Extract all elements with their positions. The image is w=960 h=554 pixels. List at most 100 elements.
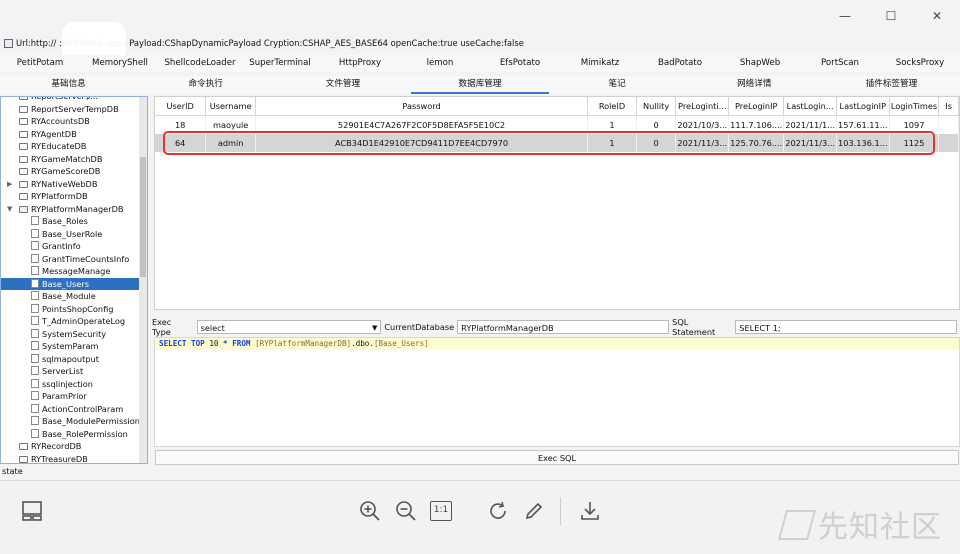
tree-table-item[interactable]: Base_Users: [1, 277, 147, 290]
sql-statement-field[interactable]: SELECT 1;: [735, 320, 957, 334]
plugin-tab[interactable]: ShapWeb: [720, 55, 800, 72]
tree-database-item[interactable]: RYTreasureDB: [1, 453, 147, 463]
database-icon: [19, 105, 28, 113]
column-header[interactable]: Password: [255, 97, 589, 116]
plugin-tab[interactable]: HttpProxy: [320, 55, 400, 72]
tree-table-item[interactable]: Base_Module: [1, 290, 147, 303]
watermark-logo-icon: [777, 510, 817, 540]
tree-database-item[interactable]: ▼ RYPlatformManagerDB: [1, 203, 147, 216]
actual-size-icon[interactable]: 1:1: [430, 501, 452, 521]
tree-table-item[interactable]: SystemSecurity: [1, 328, 147, 341]
tree-database-item[interactable]: RYRecordDB: [1, 440, 147, 453]
tree-table-item[interactable]: T_AdminOperateLog: [1, 315, 147, 328]
plugin-tab[interactable]: Mimikatz: [560, 55, 640, 72]
sql-editor-line[interactable]: SELECT TOP 10 * FROM [RYPlatformManagerD…: [155, 338, 959, 350]
results-grid: UserID Username Password RoleID Nullity PreLo…: [154, 96, 960, 310]
tree-database-item[interactable]: RYGameMatchDB: [1, 153, 147, 166]
main-tab[interactable]: 插件标签管理: [823, 76, 960, 94]
tree-table-item[interactable]: PointsShopConfig: [1, 303, 147, 316]
tree-item-label: RYGameScoreDB: [31, 166, 101, 176]
tree-table-item[interactable]: sqlmapoutput: [1, 353, 147, 366]
plugin-tab[interactable]: MemoryShell: [80, 55, 160, 72]
tree-scrollbar[interactable]: [139, 97, 147, 463]
main-tab[interactable]: 数据库管理: [411, 76, 549, 94]
collapse-arrow-icon[interactable]: ▼: [7, 203, 12, 216]
tree-table-item[interactable]: Base_Roles: [1, 215, 147, 228]
plugin-tab[interactable]: SuperTerminal: [240, 55, 320, 72]
column-header[interactable]: Is: [938, 97, 959, 116]
main-tab[interactable]: 笔记: [549, 76, 686, 94]
table-cell[interactable]: [938, 115, 959, 134]
tree-database-item[interactable]: RYGameScoreDB: [1, 165, 147, 178]
tree-table-item[interactable]: Base_RolePermission: [1, 428, 147, 441]
column-header[interactable]: PreLoginti...: [675, 97, 730, 116]
plugin-tab[interactable]: BadPotato: [640, 55, 720, 72]
plugin-tab[interactable]: PetitPotam: [0, 55, 80, 72]
column-header[interactable]: PreLoginIP: [728, 97, 785, 116]
expand-arrow-icon[interactable]: ▶: [7, 178, 12, 191]
column-header[interactable]: RoleID: [587, 97, 637, 116]
tree-table-item[interactable]: MessageManage: [1, 265, 147, 278]
database-icon: [19, 130, 28, 138]
plugin-tab[interactable]: lemon: [400, 55, 480, 72]
highlight-annotation-box: [163, 131, 935, 155]
column-header[interactable]: Username: [205, 97, 256, 116]
plugin-tab[interactable]: PortScan: [800, 55, 880, 72]
table-icon: [31, 366, 39, 375]
main-tab[interactable]: 文件管理: [274, 76, 411, 94]
tree-item-label: Base_UserRole: [42, 228, 103, 239]
layout-icon[interactable]: [20, 499, 44, 523]
column-header[interactable]: UserID: [155, 97, 207, 116]
table-cell[interactable]: [938, 134, 959, 152]
tree-item-label: ServerList: [42, 366, 84, 376]
tree-database-item[interactable]: RYPlatformDB: [1, 190, 147, 203]
tree-table-item[interactable]: ServerList: [1, 365, 147, 378]
rotate-icon[interactable]: [486, 499, 510, 523]
table-icon: [31, 341, 39, 350]
tree-table-item[interactable]: ActionControlParam: [1, 403, 147, 416]
tree-database-item[interactable]: ReportServerTempDB: [1, 103, 147, 116]
main-tab[interactable]: 基础信息: [0, 76, 137, 94]
column-header[interactable]: LastLogin...: [783, 97, 838, 116]
app-icon: [4, 38, 13, 48]
tree-database-item[interactable]: RYAccountsDB: [1, 115, 147, 128]
actual-size-label: 1:1: [433, 505, 449, 515]
column-header[interactable]: LastLoginIP: [836, 97, 890, 116]
tree-table-item[interactable]: GrantTimeCountsInfo: [1, 253, 147, 266]
minimize-icon[interactable]: —: [822, 0, 868, 32]
tree-table-item[interactable]: SystemParam: [1, 340, 147, 353]
plugin-tab[interactable]: EfsPotato: [480, 55, 560, 72]
maximize-icon[interactable]: ☐: [868, 0, 914, 32]
viewer-toolbar: 1:1 先知社区: [0, 480, 960, 554]
zoom-in-icon[interactable]: [358, 499, 382, 523]
current-database-field[interactable]: RYPlatformManagerDB: [457, 320, 670, 334]
plugin-tab[interactable]: SocksProxy: [880, 55, 960, 72]
tree-database-item[interactable]: RYAgentDB: [1, 128, 147, 141]
sql-editor[interactable]: SELECT TOP 10 * FROM [RYPlatformManagerD…: [154, 337, 960, 447]
tree-table-item[interactable]: Base_UserRole: [1, 228, 147, 241]
edit-icon[interactable]: [522, 499, 546, 523]
tree-table-item[interactable]: GrantInfo: [1, 240, 147, 253]
plugin-tab[interactable]: ShellcodeLoader: [160, 55, 240, 72]
tree-item-label: Base_Module: [42, 291, 96, 301]
main-tab[interactable]: 网络详情: [686, 76, 823, 94]
exec-sql-button[interactable]: Exec SQL: [155, 450, 959, 465]
table-icon: [31, 316, 39, 325]
plugin-tab-bar: PetitPotam MemoryShell ShellcodeLoader Supe…: [0, 55, 960, 72]
tree-database-item[interactable]: RYEducateDB: [1, 140, 147, 153]
tree-database-item[interactable]: ▶ RYNativeWebDB: [1, 178, 147, 191]
close-icon[interactable]: ✕: [914, 0, 960, 32]
column-header[interactable]: Nullity: [636, 97, 677, 116]
tree-scrollbar-thumb[interactable]: [140, 157, 146, 277]
main-tab-bar: 基础信息 命令执行 文件管理 数据库管理 笔记 网络详情 插件标签管理: [0, 76, 960, 94]
tree-table-item[interactable]: ParamPrior: [1, 390, 147, 403]
zoom-out-icon[interactable]: [394, 499, 418, 523]
main-tab[interactable]: 命令执行: [137, 76, 274, 94]
column-header[interactable]: LoginTimes: [889, 97, 940, 116]
download-icon[interactable]: [578, 499, 602, 523]
exec-type-select[interactable]: select ▼: [196, 320, 382, 334]
tree-item-label: RYRecordDB: [31, 441, 82, 451]
tree-table-item[interactable]: ssqlinjection: [1, 378, 147, 391]
tree-table-item[interactable]: Base_ModulePermission: [1, 415, 147, 428]
watermark: 先知社区: [777, 502, 942, 546]
